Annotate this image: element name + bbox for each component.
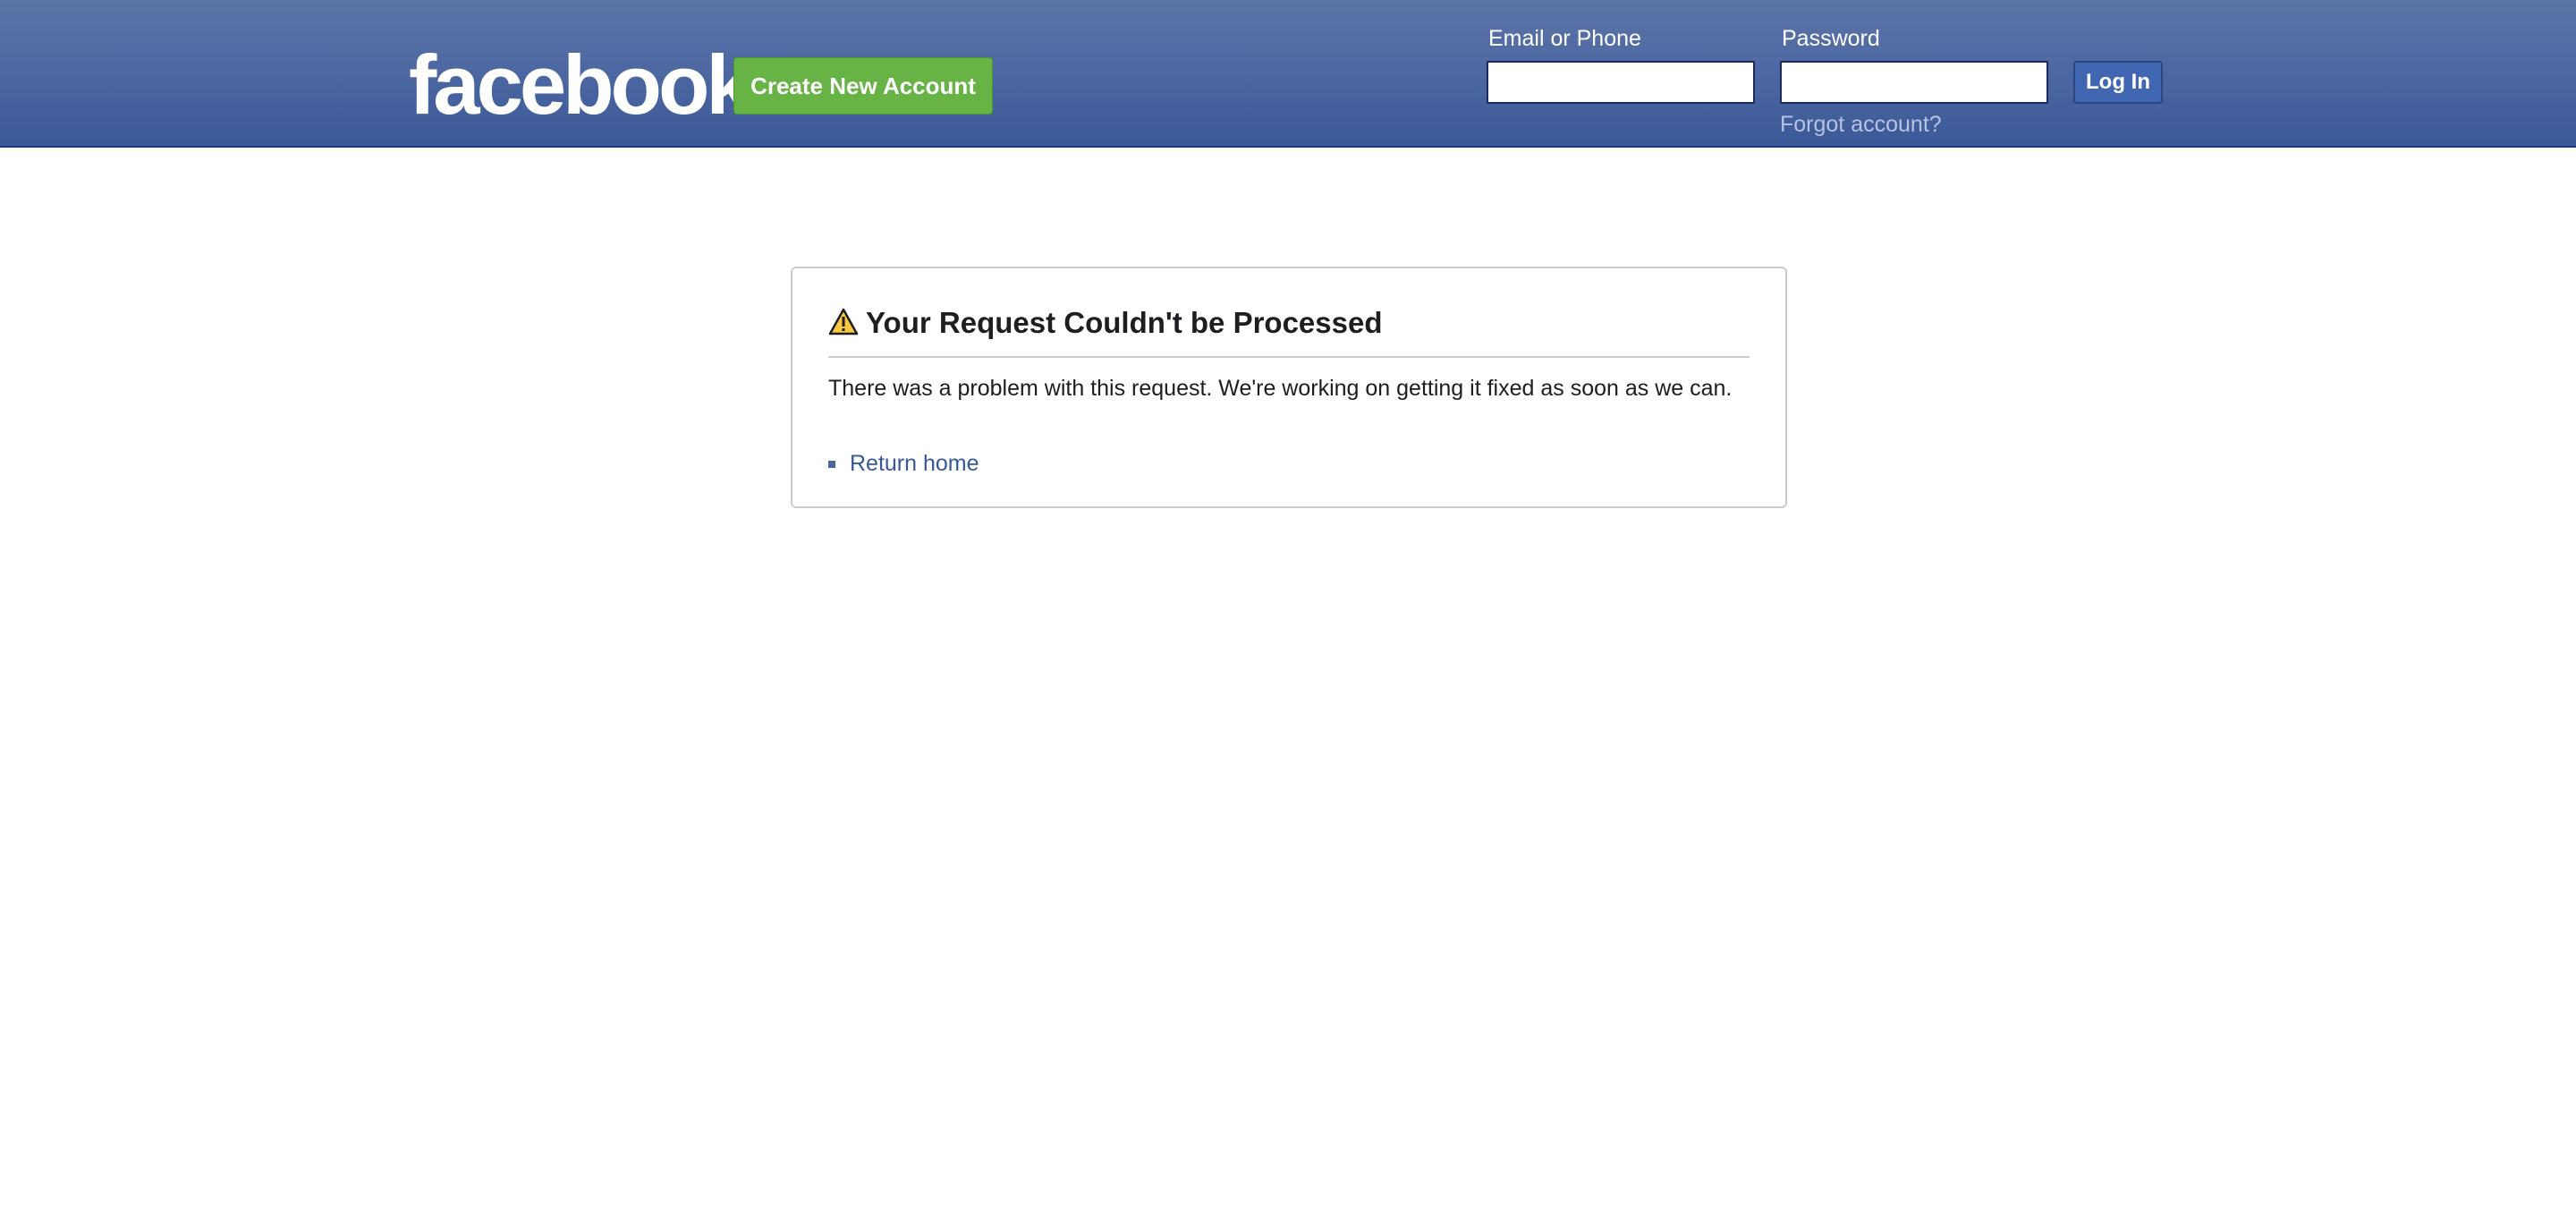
error-header: Your Request Couldn't be Processed [828, 304, 1750, 358]
password-input[interactable] [1780, 61, 2048, 104]
error-message: There was a problem with this request. W… [828, 376, 1733, 401]
error-links-list: Return home [828, 449, 979, 478]
error-title: Your Request Couldn't be Processed [866, 306, 1383, 339]
warning-triangle-icon [828, 308, 859, 335]
list-item: Return home [828, 449, 979, 478]
facebook-logo[interactable]: facebook [409, 36, 753, 134]
password-label: Password [1782, 26, 1880, 51]
email-or-phone-input[interactable] [1487, 61, 1755, 104]
email-label: Email or Phone [1488, 26, 1641, 51]
error-panel: Your Request Couldn't be Processed There… [791, 267, 1787, 508]
forgot-account-link[interactable]: Forgot account? [1780, 109, 1942, 140]
top-navigation-bar: facebook Create New Account Email or Pho… [0, 0, 2576, 148]
return-home-link[interactable]: Return home [850, 451, 979, 476]
square-bullet-icon [828, 461, 835, 468]
create-new-account-button[interactable]: Create New Account [733, 57, 993, 115]
log-in-button[interactable]: Log In [2073, 61, 2163, 104]
